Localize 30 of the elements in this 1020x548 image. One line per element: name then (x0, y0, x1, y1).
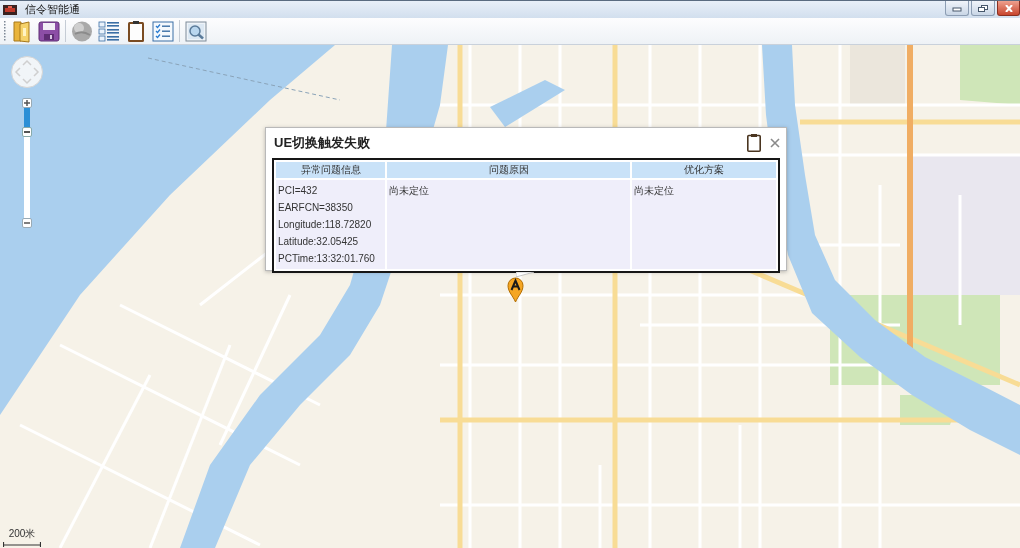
scale-label: 200米 (8, 527, 36, 541)
table-cell: PCI=432 EARFCN=38350 Longitude:118.72820 Latitude:32.05425 PCTime:13:32:01.760 (276, 180, 386, 269)
app-icon (3, 4, 17, 15)
restore-button[interactable] (971, 1, 995, 16)
image-search-icon[interactable] (185, 19, 207, 43)
column-header: 异常问题信息 (276, 162, 386, 178)
save-icon[interactable] (38, 19, 60, 43)
clipboard-icon[interactable] (747, 134, 761, 152)
window-title: 信令智能通 (25, 2, 81, 17)
toolbar-grip-icon (3, 21, 6, 41)
folder-icon[interactable] (11, 19, 33, 43)
popup-title: UE切换触发失败 (274, 134, 372, 152)
map-marker-icon[interactable] (507, 277, 524, 303)
checklist-icon[interactable] (152, 19, 174, 43)
globe-icon[interactable] (71, 19, 93, 43)
zoom-out-icon[interactable] (22, 218, 32, 228)
column-header: 优化方案 (632, 162, 776, 178)
table-cell: 尚未定位 (632, 180, 776, 269)
minimize-icon (952, 4, 962, 12)
table-cell: 尚未定位 (387, 180, 631, 269)
clipboard-icon[interactable] (125, 19, 147, 43)
zoom-slider-thumb[interactable] (22, 127, 32, 138)
close-button[interactable] (997, 1, 1020, 16)
restore-icon (978, 4, 988, 12)
close-icon[interactable] (770, 138, 780, 148)
column-header: 问题原因 (387, 162, 631, 178)
list-icon[interactable] (98, 19, 120, 43)
scale-bar-icon (3, 542, 41, 547)
close-icon (1003, 4, 1014, 12)
zoom-in-icon[interactable] (22, 98, 32, 108)
